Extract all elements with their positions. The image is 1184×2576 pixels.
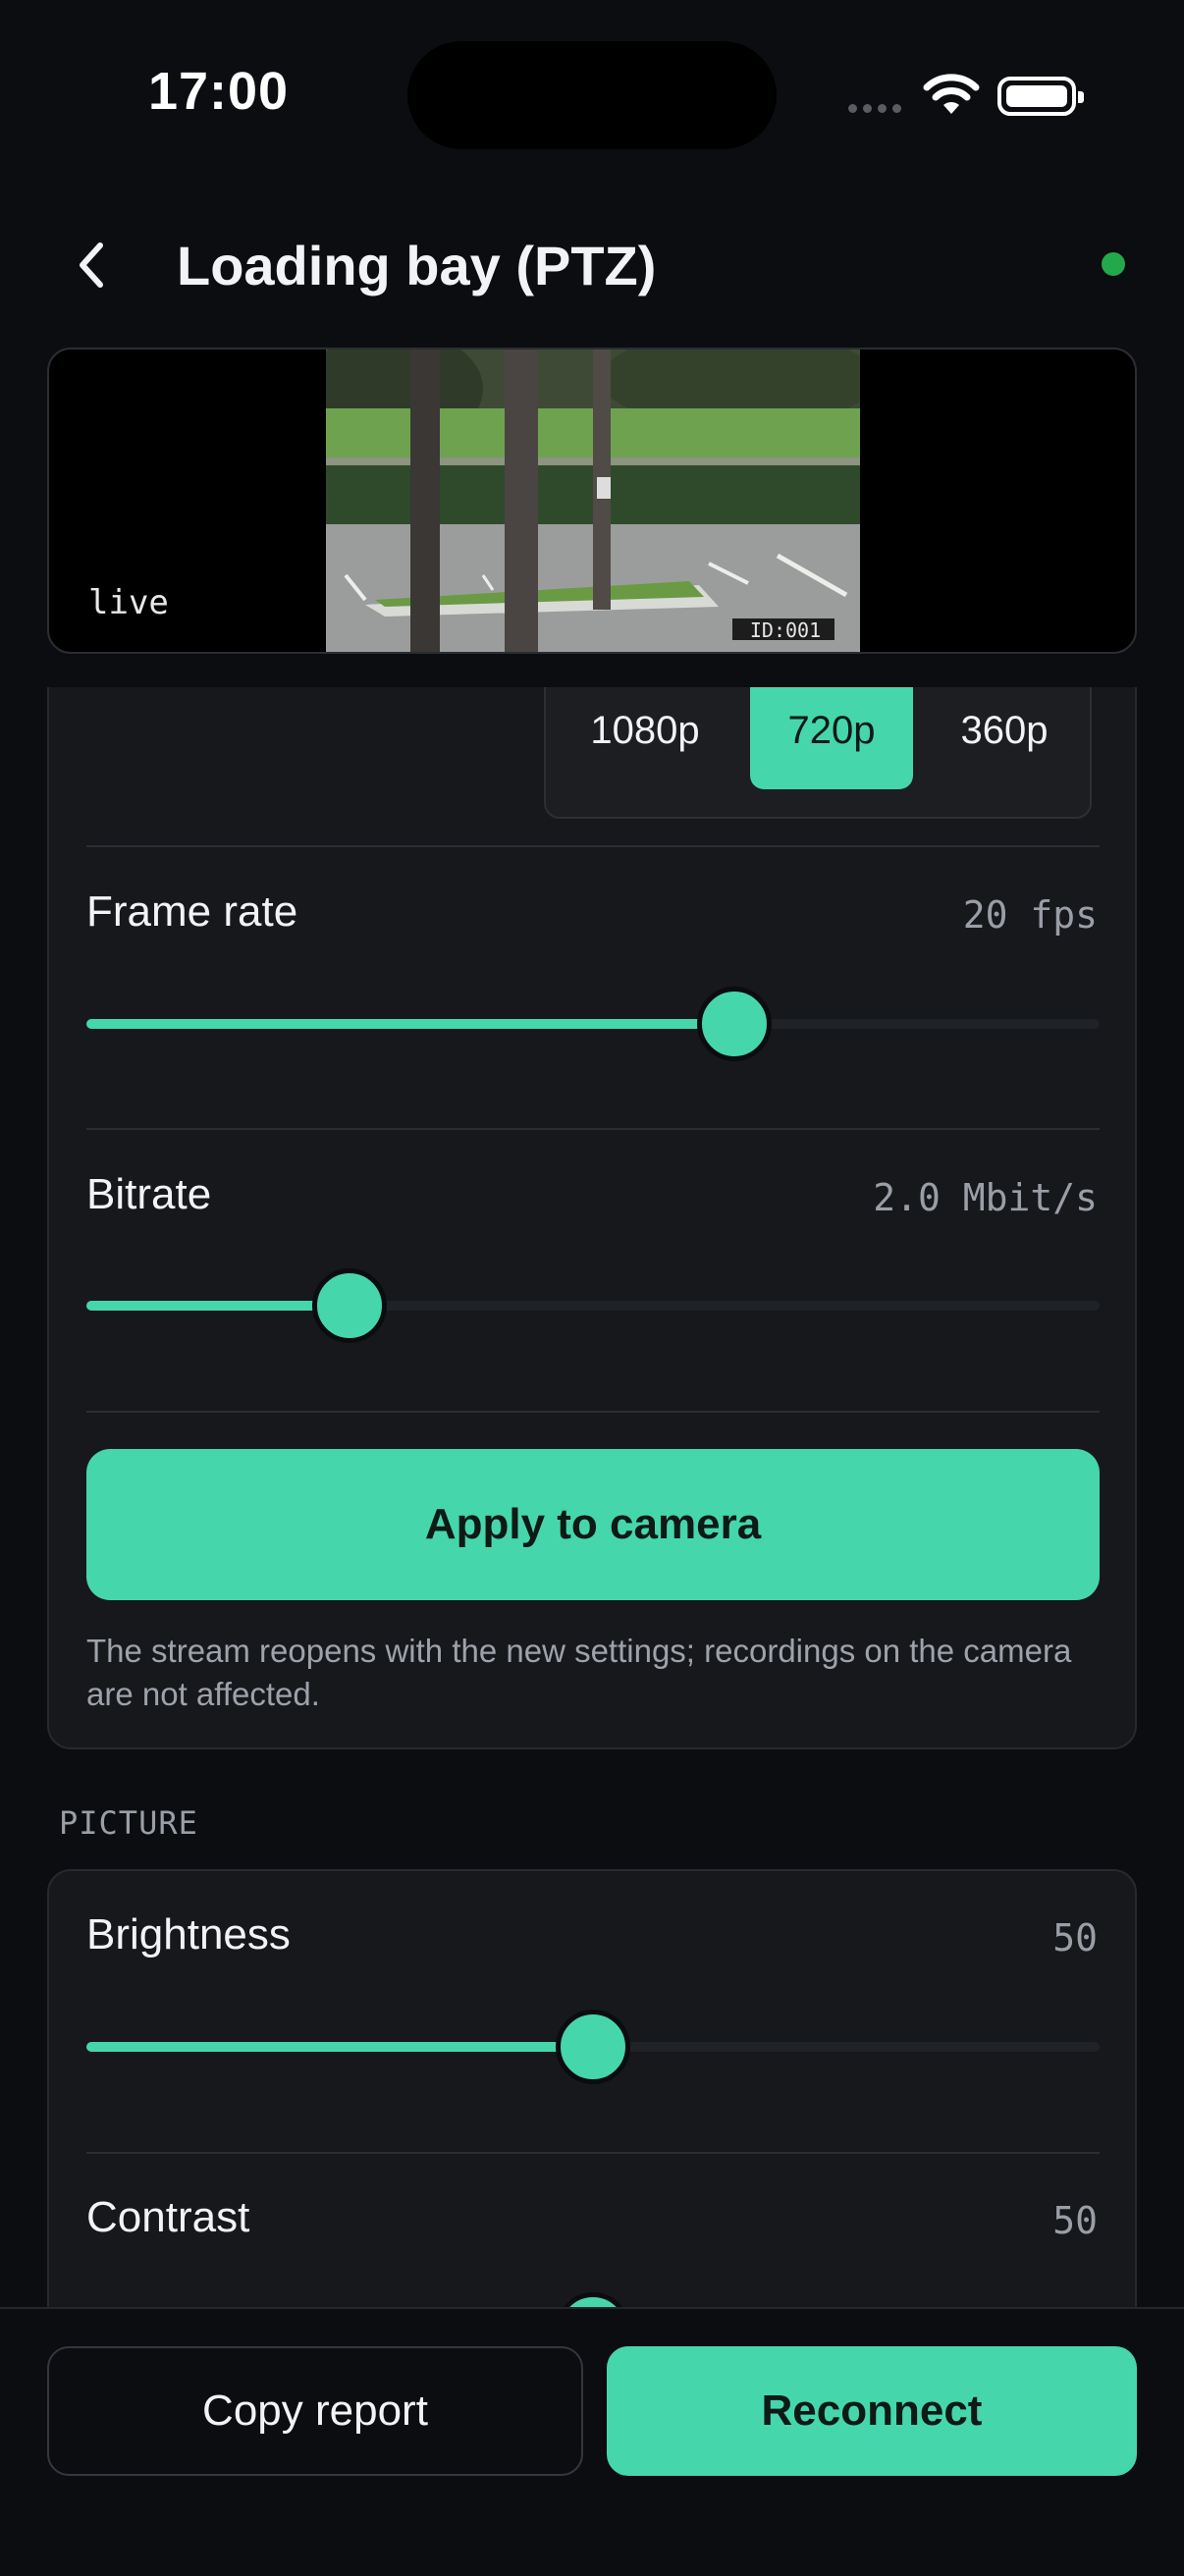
frame-rate-slider[interactable]	[86, 987, 1100, 1061]
cellular-signal-icon	[848, 104, 901, 113]
reconnect-button[interactable]: Reconnect	[607, 2346, 1137, 2476]
battery-icon	[997, 77, 1084, 116]
bitrate-label: Bitrate	[86, 1170, 212, 1218]
contrast-value: 50	[1052, 2199, 1098, 2242]
connection-status-dot	[1102, 252, 1125, 276]
live-badge: live	[88, 583, 169, 622]
brightness-slider[interactable]	[86, 2010, 1100, 2084]
resolution-option-720p[interactable]: 720p	[750, 687, 913, 789]
wifi-icon	[923, 74, 980, 114]
page-title: Loading bay (PTZ)	[177, 235, 657, 296]
brightness-value: 50	[1052, 1916, 1098, 1959]
camera-osd-id: ID:001	[749, 618, 822, 642]
divider	[86, 1411, 1100, 1413]
frame-rate-slider-thumb[interactable]	[697, 987, 773, 1061]
frame-rate-value: 20 fps	[962, 893, 1098, 937]
resolution-option-1080p[interactable]: 1080p	[550, 687, 740, 789]
copy-report-button[interactable]: Copy report	[47, 2346, 583, 2476]
divider	[86, 1128, 1100, 1130]
picture-settings-card: Brightness 50 Contrast 50	[47, 1869, 1137, 2307]
camera-frame-image	[326, 349, 860, 652]
resolution-option-360p[interactable]: 360p	[919, 687, 1090, 789]
back-chevron-icon[interactable]	[69, 236, 114, 295]
picture-section-label: PICTURE	[59, 1804, 198, 1842]
divider	[86, 845, 1100, 847]
live-preview[interactable]: ID:001 live	[47, 348, 1137, 654]
apply-note: The stream reopens with the new settings…	[86, 1633, 1072, 1712]
settings-scroll-area[interactable]: 1080p 720p 360p Frame rate 20 fps Bitrat…	[0, 687, 1184, 2307]
divider	[86, 2152, 1100, 2154]
frame-rate-label: Frame rate	[86, 887, 298, 936]
dynamic-island	[407, 41, 777, 149]
brightness-label: Brightness	[86, 1910, 291, 1959]
brightness-slider-thumb[interactable]	[556, 2010, 630, 2084]
bottom-action-bar: Copy report Reconnect	[0, 2307, 1184, 2576]
contrast-slider-thumb[interactable]	[556, 2292, 630, 2307]
bitrate-slider[interactable]	[86, 1268, 1100, 1343]
status-time: 17:00	[147, 62, 290, 121]
resolution-segmented-control[interactable]: 1080p 720p 360p	[544, 687, 1092, 819]
contrast-label: Contrast	[86, 2193, 250, 2241]
apply-to-camera-button[interactable]: Apply to camera	[86, 1449, 1100, 1600]
stream-settings-card: 1080p 720p 360p Frame rate 20 fps Bitrat…	[47, 687, 1137, 1749]
bitrate-value: 2.0 Mbit/s	[873, 1176, 1098, 1219]
bitrate-slider-thumb[interactable]	[312, 1268, 388, 1343]
